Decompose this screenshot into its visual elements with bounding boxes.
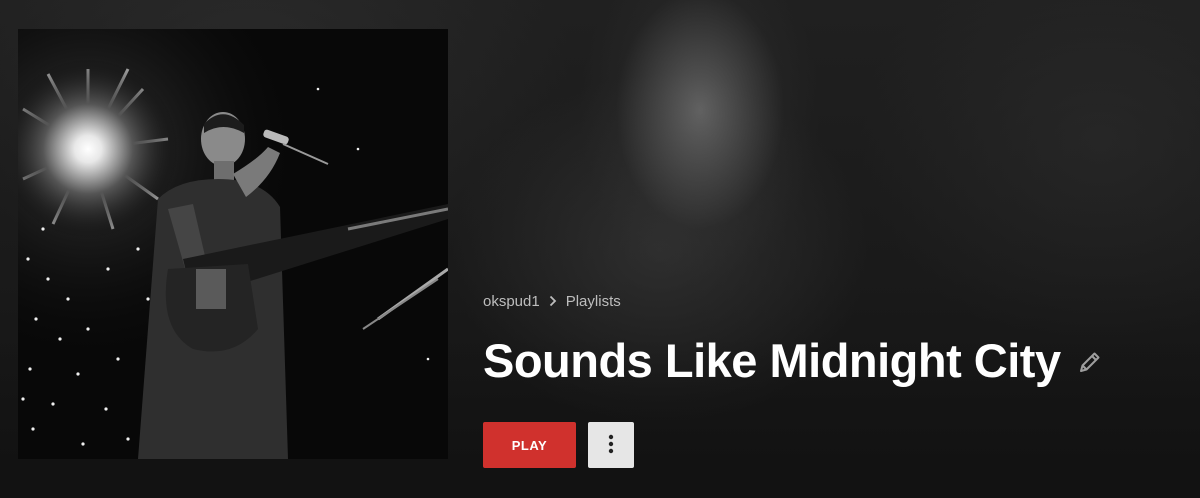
- playlist-header: okspud1 Playlists Sounds Like Midnight C…: [0, 0, 1200, 498]
- playlist-actions: PLAY: [483, 422, 1103, 468]
- pencil-icon[interactable]: [1077, 349, 1103, 375]
- play-button[interactable]: PLAY: [483, 422, 576, 468]
- playlist-title: Sounds Like Midnight City: [483, 333, 1061, 387]
- breadcrumb-user-link[interactable]: okspud1: [483, 293, 540, 310]
- chevron-right-icon: [548, 295, 558, 307]
- more-vertical-icon: [608, 434, 614, 457]
- cover-photo: [18, 29, 448, 459]
- more-options-button[interactable]: [588, 422, 634, 468]
- playlist-cover-art: [18, 29, 448, 459]
- breadcrumb: okspud1 Playlists: [483, 290, 1103, 312]
- title-row: Sounds Like Midnight City: [483, 330, 1103, 390]
- playlist-info: okspud1 Playlists Sounds Like Midnight C…: [483, 290, 1103, 468]
- breadcrumb-playlists-link[interactable]: Playlists: [566, 293, 621, 310]
